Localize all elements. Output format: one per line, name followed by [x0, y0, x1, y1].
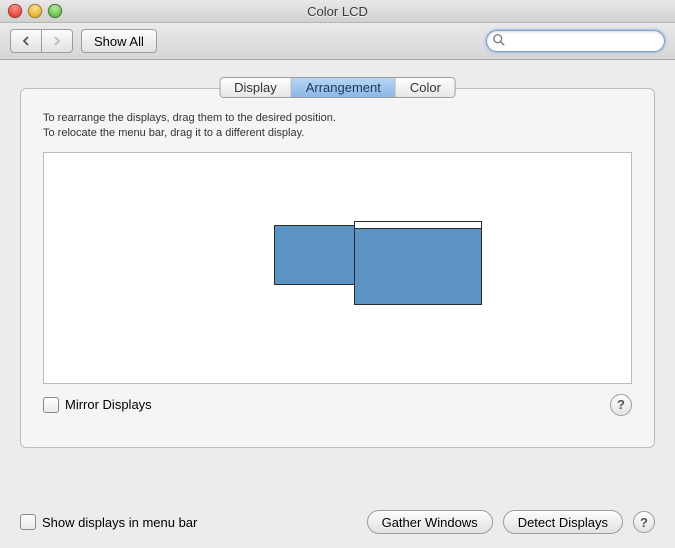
- tab-segmented-control: Display Arrangement Color: [219, 77, 456, 98]
- mirror-displays-label: Mirror Displays: [65, 397, 152, 412]
- show-in-menu-bar-row[interactable]: Show displays in menu bar: [20, 514, 197, 530]
- help-icon: ?: [617, 397, 625, 412]
- tab-pane: Display Arrangement Color To rearrange t…: [20, 88, 655, 448]
- mirror-displays-checkbox[interactable]: [43, 397, 59, 413]
- footer-bar: Show displays in menu bar Gather Windows…: [20, 510, 655, 534]
- tab-display[interactable]: Display: [220, 78, 292, 97]
- window-controls: [0, 4, 62, 18]
- tab-display-label: Display: [234, 80, 277, 95]
- minimize-window-button[interactable]: [28, 4, 42, 18]
- close-window-button[interactable]: [8, 4, 22, 18]
- show-in-menu-bar-label: Show displays in menu bar: [42, 515, 197, 530]
- titlebar: Color LCD: [0, 0, 675, 23]
- help-button-footer[interactable]: ?: [633, 511, 655, 533]
- tab-color-label: Color: [410, 80, 441, 95]
- tab-arrangement[interactable]: Arrangement: [292, 78, 396, 97]
- show-in-menu-bar-checkbox[interactable]: [20, 514, 36, 530]
- search-wrap: [486, 30, 665, 52]
- instruction-line-1: To rearrange the displays, drag them to …: [43, 111, 632, 126]
- instruction-line-2: To relocate the menu bar, drag it to a d…: [43, 126, 632, 141]
- display-primary[interactable]: [354, 221, 482, 305]
- display-secondary[interactable]: [274, 225, 356, 285]
- search-icon: [492, 33, 506, 47]
- gather-windows-label: Gather Windows: [382, 515, 478, 530]
- search-input[interactable]: [486, 30, 665, 52]
- show-all-button[interactable]: Show All: [81, 29, 157, 53]
- content-area: Display Arrangement Color To rearrange t…: [0, 58, 675, 548]
- chevron-left-icon: [21, 36, 31, 46]
- tab-arrangement-label: Arrangement: [306, 80, 381, 95]
- back-button[interactable]: [10, 29, 42, 53]
- help-button-tab[interactable]: ?: [610, 394, 632, 416]
- show-all-label: Show All: [94, 34, 144, 49]
- detect-displays-label: Detect Displays: [518, 515, 608, 530]
- window-title: Color LCD: [0, 4, 675, 19]
- menu-bar-handle[interactable]: [355, 222, 481, 229]
- mirror-row: Mirror Displays ?: [43, 394, 632, 416]
- toolbar: Show All: [0, 23, 675, 60]
- gather-windows-button[interactable]: Gather Windows: [367, 510, 493, 534]
- preferences-window: Color LCD Show All Dis: [0, 0, 675, 548]
- detect-displays-button[interactable]: Detect Displays: [503, 510, 623, 534]
- zoom-window-button[interactable]: [48, 4, 62, 18]
- help-icon: ?: [640, 515, 648, 530]
- tab-color[interactable]: Color: [396, 78, 455, 97]
- forward-button[interactable]: [42, 29, 73, 53]
- arrangement-canvas[interactable]: [43, 152, 632, 384]
- instructions: To rearrange the displays, drag them to …: [43, 111, 632, 142]
- nav-group: [10, 29, 73, 53]
- chevron-right-icon: [52, 36, 62, 46]
- mirror-displays-checkbox-row[interactable]: Mirror Displays: [43, 397, 152, 413]
